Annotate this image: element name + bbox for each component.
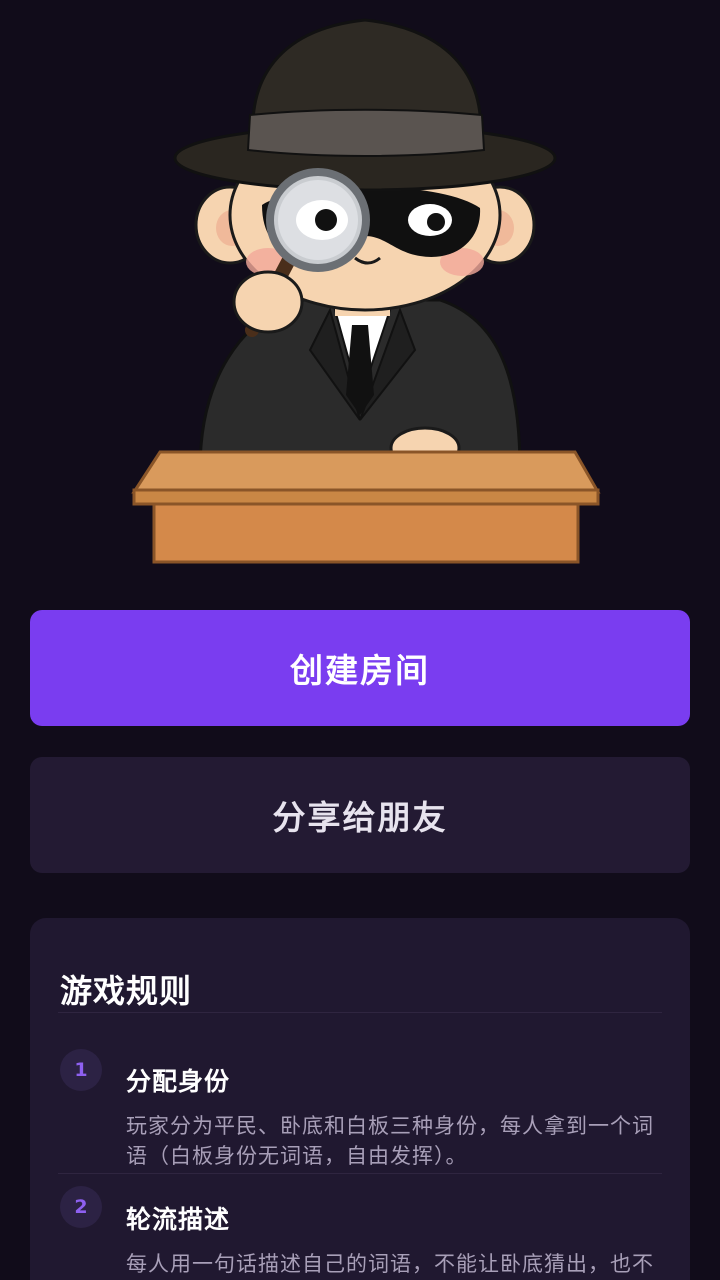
step-title: 分配身份 [126,1067,231,1096]
create-room-label: 创建房间 [290,651,430,690]
game-rules-card: 游戏规则 1 分配身份 玩家分为平民、卧底和白板三种身份，每人拿到一个词语（白板… [30,918,690,1280]
step-description: 每人用一句话描述自己的词语，不能让卧底猜出，也不 [126,1252,654,1276]
step-description: 玩家分为平民、卧底和白板三种身份，每人拿到一个词语（白板身份无词语，自由发挥）。 [126,1114,654,1168]
create-room-button[interactable]: 创建房间 [30,610,690,726]
step-number-badge: 2 [60,1186,102,1228]
home-screen: 创建房间 分享给朋友 游戏规则 1 分配身份 玩家分为平民、卧底和白板三种身份，… [0,0,720,1280]
detective-illustration [0,0,720,590]
share-to-friends-button[interactable]: 分享给朋友 [30,757,690,873]
rules-divider [58,1012,662,1013]
share-label: 分享给朋友 [272,798,448,837]
step-divider [58,1173,662,1174]
step-title: 轮流描述 [126,1205,231,1234]
step-number-badge: 1 [60,1049,102,1091]
rules-title: 游戏规则 [60,972,193,1010]
